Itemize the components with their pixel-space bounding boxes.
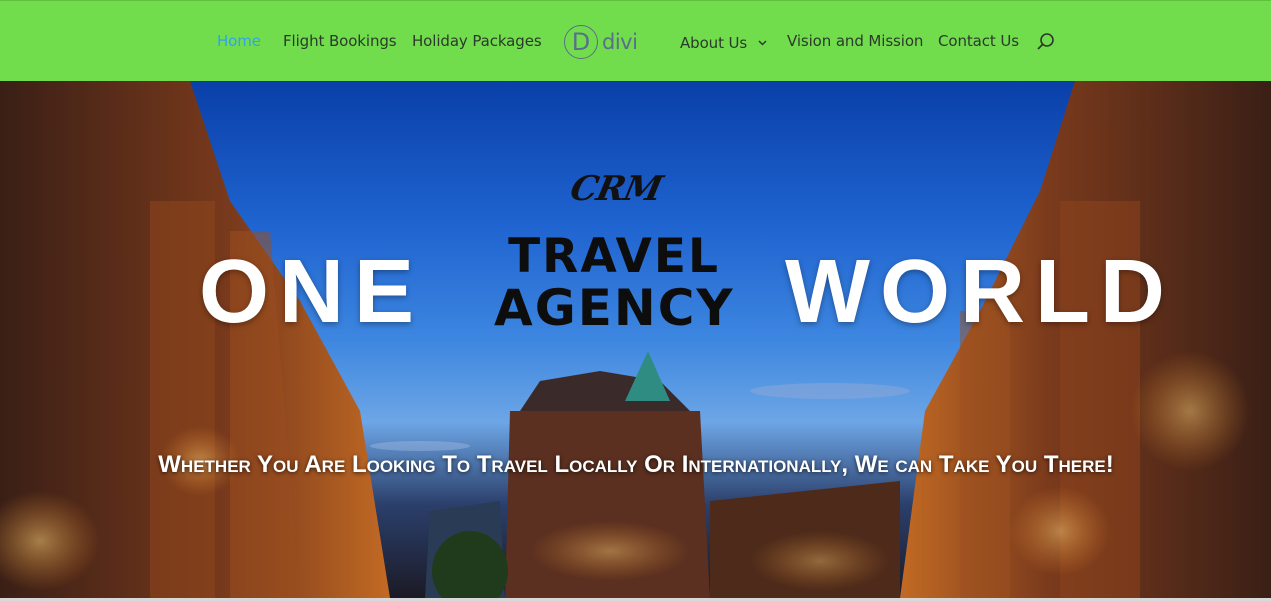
search-icon[interactable] — [1036, 32, 1056, 52]
hero-tagline: Whether You Are Looking To Travel Locall… — [158, 451, 1114, 478]
site-header: Home Flight Bookings Holiday Packages D … — [0, 0, 1271, 81]
travel-agency-logo: TRAVEL AGENCY — [494, 229, 735, 337]
logo-mark: D — [564, 25, 598, 59]
logo-text: divi — [602, 30, 638, 54]
site-logo[interactable]: D divi — [564, 24, 638, 60]
crm-logo-text: CRM — [566, 169, 666, 209]
agency-line-1: TRAVEL — [508, 229, 720, 284]
nav-holiday-packages[interactable]: Holiday Packages — [412, 32, 542, 50]
chevron-down-icon — [758, 32, 767, 50]
nav-flight-bookings[interactable]: Flight Bookings — [283, 32, 397, 50]
nav-contact-us[interactable]: Contact Us — [938, 32, 1019, 50]
nav-about-us[interactable]: About Us — [680, 32, 767, 52]
nav-about-us-label: About Us — [680, 34, 748, 52]
hero-word-right: WORLD — [785, 242, 1175, 342]
nav-vision-mission[interactable]: Vision and Mission — [787, 32, 923, 50]
nav-home[interactable]: Home — [217, 32, 261, 50]
hero-word-left: ONE — [199, 242, 425, 342]
agency-line-2: AGENCY — [494, 278, 735, 337]
hero-banner: ONE WORLD CRM TRAVEL AGENCY Whether You … — [0, 81, 1271, 598]
